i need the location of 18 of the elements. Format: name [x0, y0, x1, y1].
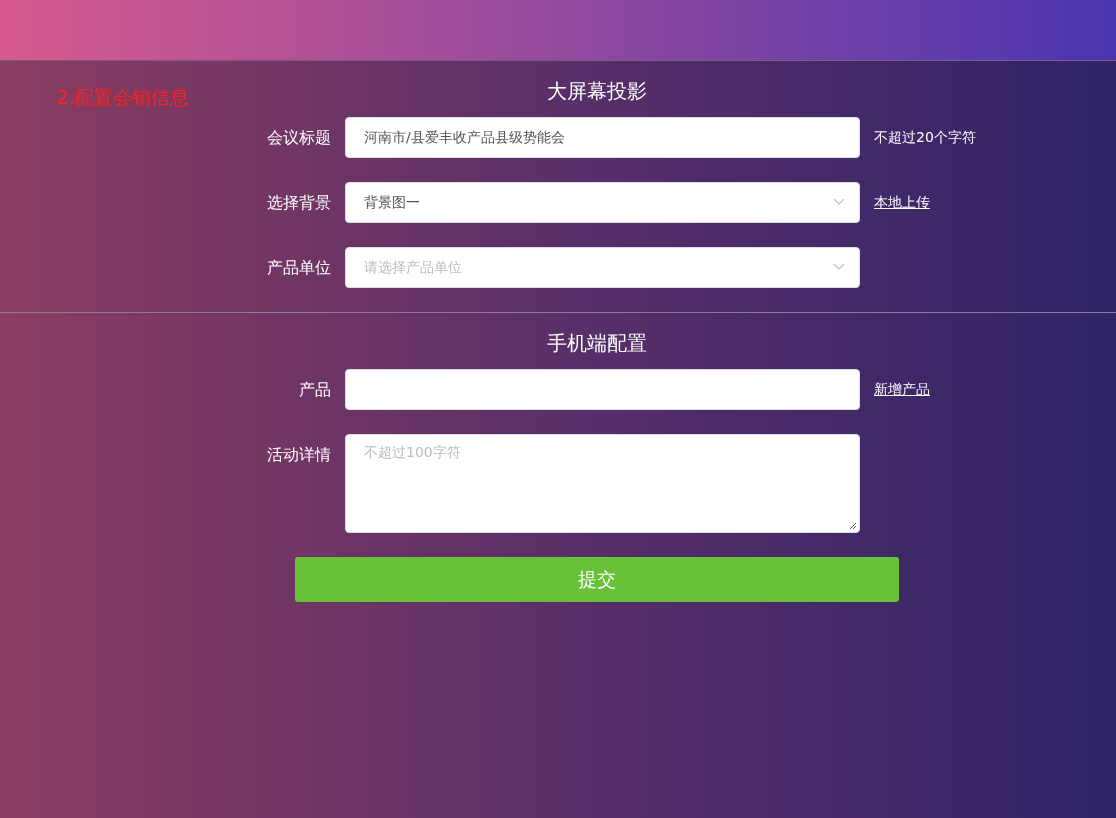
link[interactable]: 新增产品	[874, 369, 930, 410]
field-label: 选择背景	[266, 192, 331, 214]
link[interactable]: 本地上传	[874, 182, 930, 223]
field-label: 产品	[298, 379, 331, 401]
section-title: 大屏幕投影	[546, 78, 648, 105]
field-label: 产品单位	[266, 257, 331, 279]
step-label: 2.配置会销信息	[57, 85, 190, 110]
hint-text: 不超过20个字符	[874, 128, 976, 147]
select-field[interactable]: 背景图一	[345, 182, 860, 223]
input-field[interactable]	[345, 369, 860, 410]
section-title: 手机端配置	[546, 330, 648, 357]
chevron-down-icon	[833, 263, 845, 271]
field-value: 河南市/县爱丰收产品县级势能会	[364, 128, 565, 147]
field-label: 活动详情	[266, 444, 331, 466]
resize-grip-icon	[849, 522, 857, 530]
chevron-down-icon	[833, 198, 845, 206]
field-label: 会议标题	[266, 127, 331, 149]
input-field[interactable]: 河南市/县爱丰收产品县级势能会	[345, 117, 860, 158]
